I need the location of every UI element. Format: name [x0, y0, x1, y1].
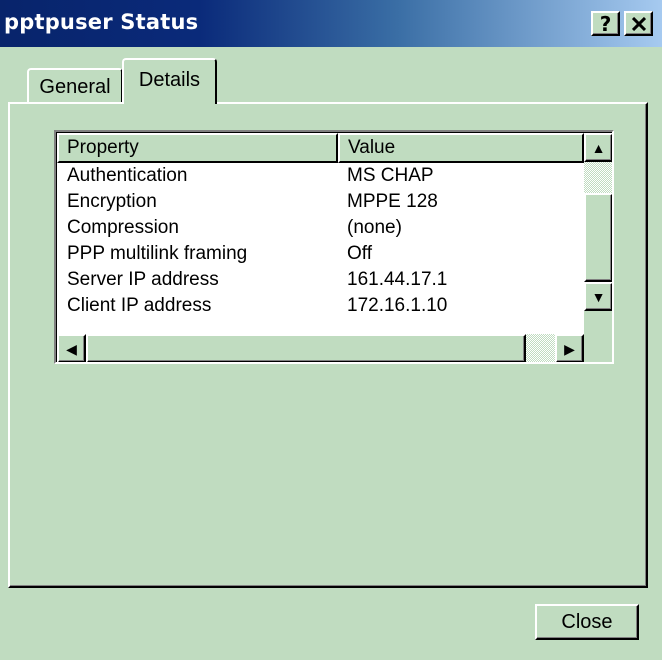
right-arrow-icon: ▶ — [564, 340, 575, 357]
list-rows: Authentication MS CHAP Encryption MPPE 1… — [57, 163, 584, 319]
value-cell: Off — [347, 243, 372, 264]
tab-general-label: General — [39, 75, 111, 98]
value-cell: MPPE 128 — [347, 191, 438, 212]
scroll-down-button[interactable]: ▼ — [584, 282, 612, 311]
scroll-right-button[interactable]: ▶ — [555, 334, 584, 362]
window-title: pptpuser Status — [4, 10, 199, 34]
value-cell: MS CHAP — [347, 165, 434, 186]
horizontal-scrollbar[interactable]: ◀ ▶ — [57, 334, 584, 362]
vertical-scroll-thumb[interactable] — [584, 193, 612, 282]
status-dialog: pptpuser Status ? General Details Proper… — [0, 0, 662, 660]
down-arrow-icon: ▼ — [591, 288, 606, 305]
vertical-scrollbar[interactable]: ▲ ▼ — [584, 133, 612, 311]
property-cell: Server IP address — [67, 269, 219, 290]
list-item[interactable]: PPP multilink framing Off — [57, 241, 584, 267]
tab-gap — [124, 101, 215, 105]
property-cell: Compression — [67, 217, 179, 238]
list-header: Property Value — [57, 133, 584, 163]
value-cell: (none) — [347, 217, 402, 238]
scrollbar-corner — [584, 311, 612, 362]
column-header-property[interactable]: Property — [57, 133, 338, 163]
title-bar[interactable]: pptpuser Status ? — [0, 0, 662, 47]
value-cell: 161.44.17.1 — [347, 269, 448, 290]
horizontal-scroll-thumb[interactable] — [86, 334, 526, 362]
tab-details-label: Details — [138, 68, 201, 91]
details-list[interactable]: Property Value Authentication MS CHAP En… — [54, 130, 614, 364]
close-button[interactable]: Close — [535, 604, 639, 640]
property-cell: PPP multilink framing — [67, 243, 248, 264]
scroll-left-button[interactable]: ◀ — [57, 334, 86, 362]
help-button[interactable]: ? — [591, 11, 620, 36]
close-icon — [631, 16, 646, 31]
value-cell: 172.16.1.10 — [347, 295, 448, 316]
property-cell: Client IP address — [67, 295, 212, 316]
list-item[interactable]: Authentication MS CHAP — [57, 163, 584, 189]
property-cell: Authentication — [67, 165, 188, 186]
list-item[interactable]: Server IP address 161.44.17.1 — [57, 267, 584, 293]
tab-details[interactable]: Details — [122, 58, 217, 104]
list-item[interactable]: Compression (none) — [57, 215, 584, 241]
list-item[interactable]: Client IP address 172.16.1.10 — [57, 293, 584, 319]
column-header-value[interactable]: Value — [338, 133, 584, 163]
list-item[interactable]: Encryption MPPE 128 — [57, 189, 584, 215]
property-cell: Encryption — [67, 191, 157, 212]
tab-general[interactable]: General — [27, 68, 123, 104]
close-window-button[interactable] — [624, 11, 653, 36]
up-arrow-icon: ▲ — [591, 139, 606, 156]
details-list-inner: Property Value Authentication MS CHAP En… — [56, 132, 612, 362]
scroll-up-button[interactable]: ▲ — [584, 133, 612, 162]
left-arrow-icon: ◀ — [66, 340, 77, 357]
